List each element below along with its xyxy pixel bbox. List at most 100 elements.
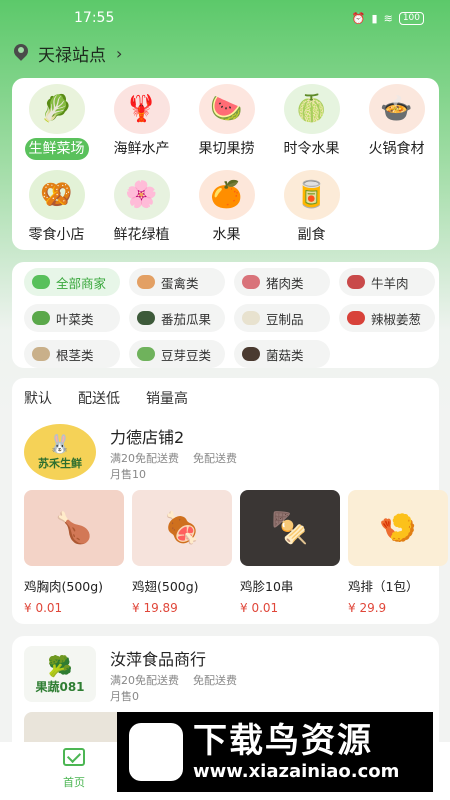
category-label: 零食小店 — [28, 227, 85, 243]
store-logo: 🥦 果蔬081 — [24, 646, 96, 702]
filter-chip-leafy[interactable]: 叶菜类 — [24, 304, 120, 332]
store-delivery: 免配送费 — [193, 452, 237, 465]
category-item-snacks[interactable]: 🥨 零食小店 — [14, 170, 99, 250]
leaf-icon: 🥦 — [47, 653, 73, 678]
chip-label: 辣椒姜葱 — [371, 311, 422, 327]
chip-label: 全部商家 — [56, 275, 107, 291]
filter-chip-pork[interactable]: 猪肉类 — [234, 268, 330, 296]
location-pin-icon — [14, 44, 28, 62]
filter-chip-roots[interactable]: 根茎类 — [24, 340, 120, 368]
store-name: 力德店铺2 — [110, 428, 185, 447]
sort-sales-high[interactable]: 销量高 — [146, 388, 188, 414]
beans-icon — [137, 347, 155, 361]
product-item[interactable]: 🍢 鸡胗10串 ¥ 0.01 — [240, 490, 340, 615]
product-item[interactable]: 🍗 鸡胸肉(500g) ¥ 0.01 — [24, 490, 124, 615]
store-sales: 月售10 — [110, 468, 146, 481]
store-logo-text: 果蔬081 — [35, 679, 85, 694]
category-item-flowers[interactable]: 🌸 鲜花绿植 — [99, 170, 184, 250]
filter-chip-all[interactable]: 全部商家 — [24, 268, 120, 296]
chip-label: 根茎类 — [56, 347, 94, 363]
filter-chip-beef-lamb[interactable]: 牛羊肉 — [339, 268, 435, 296]
store-logo: 🐰 苏禾生鲜 — [24, 424, 96, 480]
egg-icon — [137, 275, 155, 289]
seafood-icon: 🦞 — [113, 84, 170, 134]
filter-chip-tomato-melon[interactable]: 番茄瓜果 — [129, 304, 225, 332]
category-item-fruit[interactable]: 🍊 水果 — [184, 170, 269, 250]
category-item-seasonal-fruit[interactable]: 🍈 时令水果 — [269, 84, 354, 170]
chip-label: 蛋禽类 — [161, 275, 199, 291]
category-label: 海鲜水产 — [113, 141, 170, 157]
battery-icon: 100 — [398, 11, 424, 25]
fruit-platter-icon: 🍉 — [198, 84, 255, 134]
sort-delivery-low[interactable]: 配送低 — [78, 388, 120, 414]
tab-home-label: 首页 — [63, 776, 85, 789]
filter-chip-chili-ginger[interactable]: 辣椒姜葱 — [339, 304, 435, 332]
category-label: 生鲜菜场 — [24, 138, 89, 160]
flower-icon: 🌸 — [113, 170, 170, 220]
status-time: 17:55 — [74, 10, 115, 26]
product-price: ¥ 0.01 — [240, 601, 279, 615]
chip-label: 豆芽豆类 — [161, 347, 212, 363]
watermark-bird-logo — [129, 723, 183, 781]
category-label: 鲜花绿植 — [113, 227, 170, 243]
filter-chip-eggs-poultry[interactable]: 蛋禽类 — [129, 268, 225, 296]
leafy-veg-icon — [32, 311, 50, 325]
category-label: 火锅食材 — [368, 141, 425, 157]
sort-default[interactable]: 默认 — [24, 388, 52, 414]
location-name: 天禄站点 — [38, 45, 106, 66]
tab-home[interactable]: 首页 — [52, 748, 96, 790]
location-selector[interactable]: 天禄站点 › — [14, 40, 122, 66]
chip-label: 牛羊肉 — [371, 275, 409, 291]
store-icon — [32, 275, 50, 289]
category-item-groceries[interactable]: 🥫 副食 — [269, 170, 354, 250]
watermark-url: www.xiazainiao.com — [193, 761, 400, 782]
filter-chip-sprouts-beans[interactable]: 豆芽豆类 — [129, 340, 225, 368]
hotpot-icon: 🍲 — [368, 84, 425, 134]
product-price: ¥ 0.01 — [24, 601, 63, 615]
product-item[interactable]: 🍤 鸡排（1包） ¥ 29.9 — [348, 490, 448, 615]
product-name: 鸡排（1包） — [348, 579, 419, 594]
status-icons: ⏰ ▮ ≋ 100 — [351, 11, 424, 25]
store-delivery: 免配送费 — [193, 674, 237, 687]
product-item[interactable]: 🍖 鸡翅(500g) ¥ 19.89 — [132, 490, 232, 615]
chicken-wings-image: 🍖 — [132, 490, 232, 566]
store-name: 汝萍食品商行 — [110, 650, 207, 669]
mushroom-icon — [242, 347, 260, 361]
alarm-icon: ⏰ — [351, 11, 366, 25]
chip-label: 叶菜类 — [56, 311, 94, 327]
category-item-hotpot[interactable]: 🍲 火锅食材 — [354, 84, 439, 170]
watermark-title: 下载鸟资源 — [193, 721, 373, 761]
vegetables-icon: 🥬 — [28, 84, 85, 134]
pork-icon — [242, 275, 260, 289]
filter-chip-mushrooms[interactable]: 菌菇类 — [234, 340, 330, 368]
chevron-right-icon: › — [116, 43, 123, 63]
product-price: ¥ 29.9 — [348, 601, 387, 615]
category-label: 水果 — [212, 227, 241, 243]
signal-icon: ▮ — [371, 11, 378, 25]
product-name: 鸡翅(500g) — [132, 579, 199, 594]
store-meta: 满20免配送费 免配送费 — [110, 450, 237, 466]
category-item-fresh-veg[interactable]: 🥬 生鲜菜场 — [14, 84, 99, 170]
beef-icon — [347, 275, 365, 289]
chip-label: 豆制品 — [266, 311, 304, 327]
category-item-fruit-platter[interactable]: 🍉 果切果捞 — [184, 84, 269, 170]
product-name: 鸡胸肉(500g) — [24, 579, 104, 594]
home-icon — [63, 748, 85, 766]
store-logo-text: 苏禾生鲜 — [38, 456, 82, 470]
category-label: 果切果捞 — [198, 141, 255, 157]
store-card[interactable]: 🐰 苏禾生鲜 力德店铺2 满20免配送费 免配送费 月售10 🍗 鸡胸肉(500… — [12, 414, 448, 624]
filter-chip-tofu[interactable]: 豆制品 — [234, 304, 330, 332]
status-bar: 17:55 ⏰ ▮ ≋ 100 — [0, 0, 450, 36]
groceries-icon: 🥫 — [283, 170, 340, 220]
eggplant-icon — [137, 311, 155, 325]
store-sales: 月售0 — [110, 690, 139, 703]
root-veg-icon — [32, 347, 50, 361]
category-item-seafood[interactable]: 🦞 海鲜水产 — [99, 84, 184, 170]
store-meta: 满20免配送费 免配送费 — [110, 672, 237, 688]
store-min-order: 满20免配送费 — [110, 452, 179, 465]
wifi-icon: ≋ — [383, 11, 393, 25]
product-name: 鸡胗10串 — [240, 579, 294, 594]
guava-icon: 🍈 — [283, 84, 340, 134]
chicken-breast-image: 🍗 — [24, 490, 124, 566]
category-label: 时令水果 — [283, 141, 340, 157]
